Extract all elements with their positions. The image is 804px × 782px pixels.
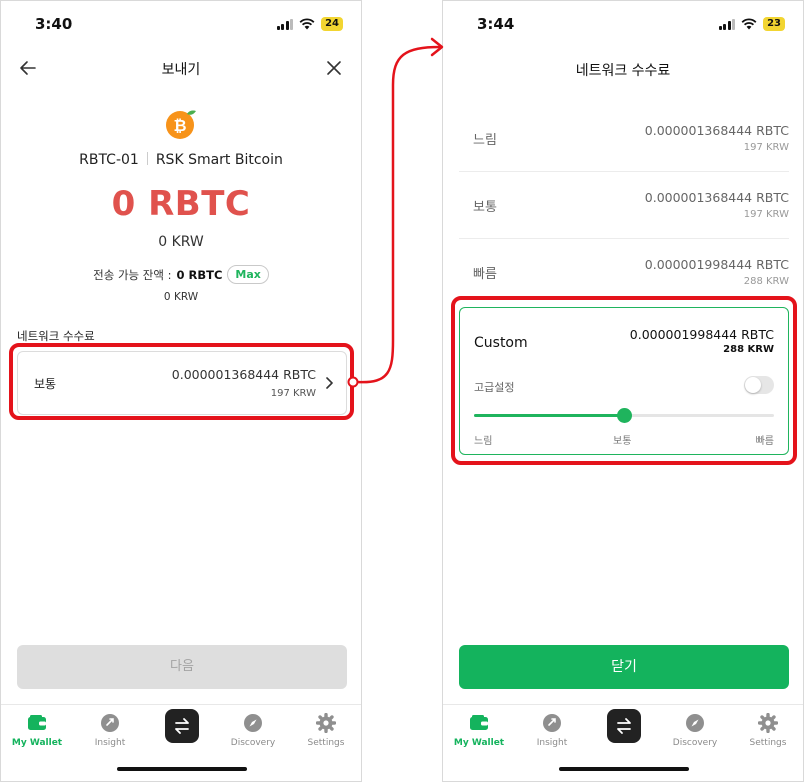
fee-krw: 197 KRW bbox=[743, 209, 789, 220]
swap-button[interactable] bbox=[165, 709, 199, 743]
battery-indicator: 23 bbox=[763, 17, 785, 31]
compass-icon bbox=[686, 714, 704, 732]
gear-icon bbox=[316, 713, 336, 733]
status-time: 3:44 bbox=[477, 15, 515, 33]
tab-label: Settings bbox=[749, 738, 787, 748]
fee-option-name: 보통 bbox=[473, 200, 497, 215]
status-icons: 24 bbox=[276, 17, 343, 31]
battery-indicator: 24 bbox=[321, 17, 343, 31]
available-balance-row: 전송 가능 잔액 : 0 RBTC Max bbox=[1, 265, 361, 284]
fee-option-name: 느림 bbox=[473, 133, 497, 148]
tab-insight[interactable]: Insight bbox=[78, 713, 142, 748]
signal-icon bbox=[718, 18, 736, 30]
page-title: 네트워크 수수료 bbox=[575, 63, 671, 79]
tab-my-wallet[interactable]: My Wallet bbox=[447, 713, 511, 748]
fee-selector-highlight bbox=[9, 343, 354, 420]
wifi-icon bbox=[741, 18, 757, 30]
tab-label: My Wallet bbox=[453, 738, 505, 748]
tab-discovery[interactable]: Discovery bbox=[663, 713, 727, 748]
status-bar: 3:40 24 bbox=[1, 1, 361, 47]
tab-label: Settings bbox=[307, 738, 345, 748]
status-icons: 23 bbox=[718, 17, 785, 31]
tab-label: Insight bbox=[536, 738, 568, 748]
swap-icon bbox=[175, 718, 189, 734]
available-balance-value: 0 RBTC bbox=[176, 267, 223, 282]
close-button[interactable]: 닫기 bbox=[459, 645, 789, 689]
compass-icon bbox=[244, 714, 262, 732]
available-balance-label: 전송 가능 잔액 : bbox=[93, 267, 172, 282]
network-fee-label: 네트워크 수수료 bbox=[17, 329, 95, 343]
fee-value: 0.000001368444 RBTC bbox=[644, 123, 789, 138]
fee-krw: 288 KRW bbox=[743, 276, 789, 287]
wallet-icon bbox=[28, 715, 46, 730]
tab-label: Insight bbox=[94, 738, 126, 748]
max-button[interactable]: Max bbox=[227, 265, 269, 284]
send-header: 보내기 bbox=[1, 47, 361, 87]
tab-discovery[interactable]: Discovery bbox=[221, 713, 285, 748]
svg-text:₿: ₿ bbox=[173, 116, 186, 135]
coin-name: RSK Smart Bitcoin bbox=[155, 152, 283, 168]
bitcoin-coin-icon: ₿ bbox=[166, 110, 196, 139]
tab-label: My Wallet bbox=[11, 738, 63, 748]
home-indicator bbox=[559, 767, 689, 771]
fee-krw: 197 KRW bbox=[743, 142, 789, 153]
tab-my-wallet[interactable]: My Wallet bbox=[5, 713, 69, 748]
wallet-icon bbox=[470, 715, 488, 730]
wifi-icon bbox=[299, 18, 315, 30]
tab-settings[interactable]: Settings bbox=[736, 713, 800, 748]
status-bar: 3:44 23 bbox=[443, 1, 803, 47]
home-indicator bbox=[117, 767, 247, 771]
lightbulb-icon bbox=[101, 714, 119, 732]
tab-settings[interactable]: Settings bbox=[294, 713, 358, 748]
swap-icon bbox=[617, 718, 631, 734]
send-amount-krw: 0 KRW bbox=[158, 234, 204, 250]
swap-button[interactable] bbox=[607, 709, 641, 743]
coin-symbol: RBTC-01 bbox=[79, 152, 139, 168]
divider bbox=[146, 152, 148, 165]
status-time: 3:40 bbox=[35, 15, 73, 33]
lightbulb-icon bbox=[543, 714, 561, 732]
available-balance-krw: 0 KRW bbox=[163, 291, 199, 303]
fee-option-slow[interactable]: 느림 0.000001368444 RBTC 197 KRW bbox=[459, 105, 789, 172]
fee-option-normal[interactable]: 보통 0.000001368444 RBTC 197 KRW bbox=[459, 172, 789, 239]
fee-option-name: 빠름 bbox=[473, 267, 497, 282]
tab-insight[interactable]: Insight bbox=[520, 713, 584, 748]
gear-icon bbox=[758, 713, 778, 733]
coin-name-row: RBTC-01 RSK Smart Bitcoin bbox=[1, 152, 361, 168]
next-button[interactable]: 다음 bbox=[17, 645, 347, 689]
page-title: 보내기 bbox=[161, 62, 201, 78]
send-amount[interactable]: 0 RBTC bbox=[1, 184, 361, 224]
signal-icon bbox=[276, 18, 294, 30]
fee-value: 0.000001998444 RBTC bbox=[644, 257, 789, 272]
tab-label: Discovery bbox=[230, 738, 276, 748]
close-icon[interactable] bbox=[323, 57, 345, 79]
fee-value: 0.000001368444 RBTC bbox=[644, 190, 789, 205]
tab-label: Discovery bbox=[672, 738, 718, 748]
custom-fee-highlight bbox=[451, 296, 797, 465]
